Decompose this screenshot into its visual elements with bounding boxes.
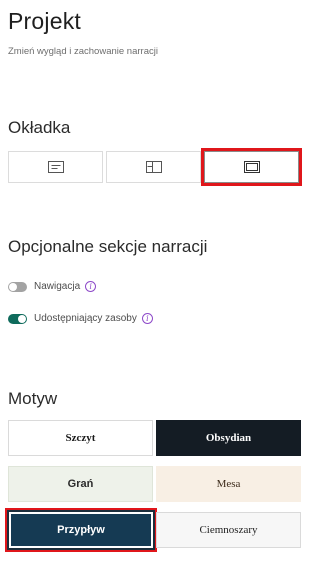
theme-ciemnoszary[interactable]: Ciemnoszary bbox=[156, 512, 301, 548]
page-subtitle: Zmień wygląd i zachowanie narracji bbox=[8, 46, 158, 57]
cover-option-sidebar[interactable] bbox=[106, 151, 201, 183]
info-icon[interactable]: i bbox=[85, 281, 97, 292]
cover-option-full[interactable] bbox=[201, 148, 302, 186]
cover-sidebar-icon bbox=[145, 161, 162, 173]
cover-options bbox=[8, 148, 302, 186]
theme-gran[interactable]: Grań bbox=[8, 466, 153, 502]
theme-obsydian[interactable]: Obsydian bbox=[156, 420, 301, 456]
cover-full-icon bbox=[243, 161, 260, 173]
resource-sharing-toggle[interactable] bbox=[8, 313, 27, 324]
theme-mesa[interactable]: Mesa bbox=[156, 466, 301, 502]
navigation-toggle[interactable] bbox=[8, 281, 27, 292]
theme-szczyt[interactable]: Szczyt bbox=[8, 420, 153, 456]
navigation-row: Nawigacja i bbox=[8, 281, 97, 292]
resource-sharing-row: Udostępniający zasoby i bbox=[8, 313, 153, 324]
page-title: Projekt bbox=[8, 8, 81, 34]
theme-przyplyw[interactable]: Przypływ bbox=[11, 514, 151, 546]
cover-minimal-icon bbox=[47, 161, 64, 173]
info-icon[interactable]: i bbox=[141, 313, 153, 324]
navigation-label: Nawigacja bbox=[34, 281, 81, 292]
cover-option-minimal[interactable] bbox=[8, 151, 103, 183]
theme-heading: Motyw bbox=[8, 389, 58, 408]
resource-sharing-label: Udostępniający zasoby bbox=[34, 313, 137, 324]
cover-heading: Okładka bbox=[8, 118, 71, 137]
optional-sections-heading: Opcjonalne sekcje narracji bbox=[8, 237, 208, 256]
